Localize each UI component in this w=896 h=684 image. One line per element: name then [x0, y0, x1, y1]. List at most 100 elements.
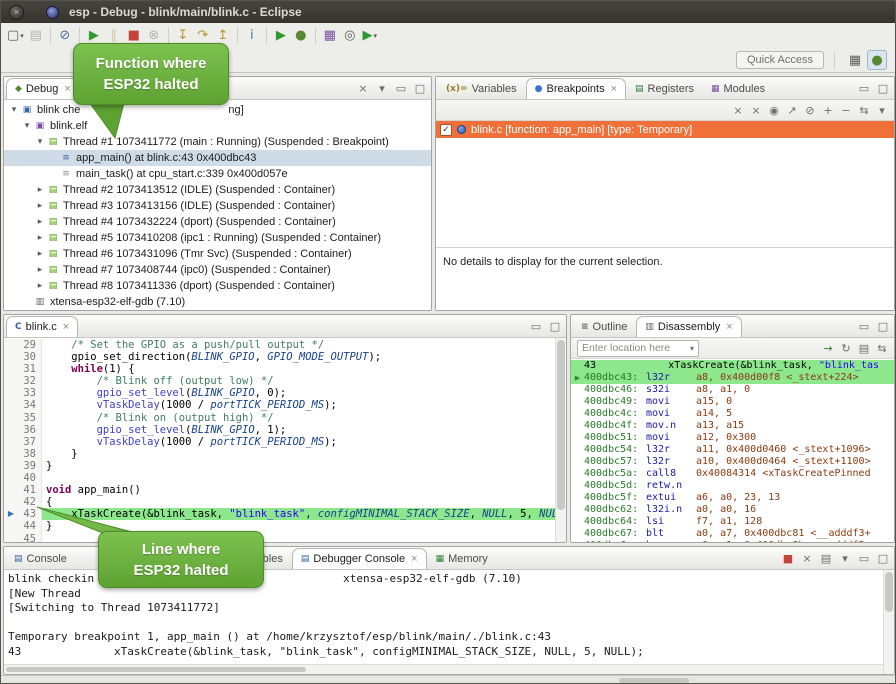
show-source-icon[interactable]: ▤ [856, 340, 872, 356]
debug-perspective-icon[interactable]: ● [867, 50, 887, 70]
tab-close-icon[interactable]: × [611, 83, 617, 95]
disasm-line[interactable]: 400dbc4f:mov.na13, a15 [571, 420, 894, 432]
tree-item[interactable]: ▸▤Thread #2 1073413512 (IDLE) (Suspended… [4, 182, 431, 198]
minimize-icon[interactable]: ▭ [856, 318, 872, 334]
tree-item[interactable]: ▸▤Thread #3 1073413156 (IDLE) (Suspended… [4, 198, 431, 214]
minimize-icon[interactable]: ▭ [856, 80, 872, 96]
tree-collapsed-arrow-icon[interactable]: ▸ [34, 281, 46, 291]
tree-item[interactable]: ▸▤Thread #6 1073431096 (Tmr Svc) (Suspen… [4, 246, 431, 262]
expand-all-icon[interactable]: + [820, 102, 836, 118]
maximize-icon[interactable]: □ [547, 318, 563, 334]
disassembly-listing[interactable]: 43 xTaskCreate(&blink_task, "blink_tas▶4… [571, 359, 894, 542]
code-line[interactable]: 42{ [4, 496, 566, 508]
refresh-icon[interactable]: ↻ [838, 340, 854, 356]
editor-vertical-scrollbar[interactable] [555, 338, 566, 542]
tab-blink-c[interactable]: Cblink.c× [6, 316, 78, 337]
tree-collapsed-arrow-icon[interactable]: ▸ [34, 201, 46, 211]
code-line[interactable]: ▶43 xTaskCreate(&blink_task, "blink_task… [4, 508, 566, 520]
remove-all-breakpoints-icon[interactable]: × [748, 102, 764, 118]
disasm-line[interactable]: ▶400dbc43:l32ra8, 0x400d00f8 <_stext+224… [571, 372, 894, 384]
remove-breakpoint-icon[interactable]: × [730, 102, 746, 118]
breakpoint-checkbox[interactable]: ✓ [440, 124, 452, 136]
minimize-icon[interactable]: ▭ [528, 318, 544, 334]
code-line[interactable]: 44} [4, 520, 566, 532]
disasm-line[interactable]: 400dbc5f:extuia6, a0, 23, 13 [571, 492, 894, 504]
sync-with-active-context-icon[interactable]: ⇆ [874, 340, 890, 356]
disasm-line[interactable]: 400dbc67:blta0, a7, 0x400dbc81 <__adddf3… [571, 528, 894, 540]
tree-item[interactable]: ▸▤Thread #7 1073408744 (ipc0) (Suspended… [4, 262, 431, 278]
open-perspective-icon[interactable]: ▦ [845, 50, 865, 70]
disasm-line[interactable]: 400dbc51:movia12, 0x300 [571, 432, 894, 444]
clear-console-icon[interactable]: ▤ [818, 550, 834, 566]
tree-item[interactable]: ▸▤Thread #5 1073410208 (ipc1 : Running) … [4, 230, 431, 246]
maximize-icon[interactable]: □ [412, 80, 428, 96]
link-with-debug-icon[interactable]: ⇆ [856, 102, 872, 118]
code-line[interactable]: 45 [4, 533, 566, 543]
code-line[interactable]: 38 } [4, 448, 566, 460]
code-editor[interactable]: 29 /* Set the GPIO as a push/pull output… [4, 338, 566, 542]
disasm-line[interactable]: 400dbc6a:bnonea0, a1, 0x400dbc8b <__addd… [571, 540, 894, 542]
tree-expanded-arrow-icon[interactable]: ▾ [21, 121, 33, 131]
minimize-icon[interactable]: ▭ [393, 80, 409, 96]
skip-all-breakpoints-icon[interactable]: ⊘ [55, 26, 75, 46]
goto-pc-icon[interactable]: → [820, 340, 836, 356]
code-line[interactable]: 34 vTaskDelay(1000 / portTICK_PERIOD_MS)… [4, 399, 566, 411]
code-line[interactable]: 40 [4, 472, 566, 484]
view-menu-icon[interactable]: ▾ [374, 80, 390, 96]
display-selected-console-icon[interactable]: ▾ [837, 550, 853, 566]
tab-close-icon[interactable]: × [726, 321, 732, 333]
maximize-icon[interactable]: □ [875, 80, 891, 96]
debug-icon[interactable]: ● [291, 26, 311, 46]
scrollbar-thumb[interactable] [6, 667, 306, 672]
breakpoint-row[interactable]: ✓ blink.c [function: app_main] [type: Te… [436, 121, 894, 138]
code-line[interactable]: 31 while(1) { [4, 363, 566, 375]
disasm-line[interactable]: 400dbc62:l32i.na0, a0, 16 [571, 504, 894, 516]
breakpoints-list[interactable]: ✓ blink.c [function: app_main] [type: Te… [436, 121, 894, 248]
tree-collapsed-arrow-icon[interactable]: ▸ [34, 217, 46, 227]
code-line[interactable]: 33 gpio_set_level(BLINK_GPIO, 0); [4, 387, 566, 399]
scrollbar-thumb[interactable] [885, 572, 893, 612]
disasm-line[interactable]: 400dbc54:l32ra11, 0x400d0460 <_stext+109… [571, 444, 894, 456]
collapse-all-icon[interactable]: − [838, 102, 854, 118]
status-scroll-thumb[interactable] [619, 678, 689, 683]
code-line[interactable]: 29 /* Set the GPIO as a push/pull output… [4, 339, 566, 351]
minimize-icon[interactable]: ▭ [856, 550, 872, 566]
code-line[interactable]: 36 gpio_set_level(BLINK_GPIO, 1); [4, 424, 566, 436]
code-line[interactable]: 30 gpio_set_direction(BLINK_GPIO, GPIO_M… [4, 351, 566, 363]
tree-item[interactable]: ▸▤Thread #4 1073432224 (dport) (Suspende… [4, 214, 431, 230]
tree-item[interactable]: ▸▤Thread #8 1073411336 (dport) (Suspende… [4, 278, 431, 294]
go-to-file-icon[interactable]: ↗ [784, 102, 800, 118]
disasm-line[interactable]: 400dbc5a:call80x40084314 <xTaskCreatePin… [571, 468, 894, 480]
tree-collapsed-arrow-icon[interactable]: ▸ [34, 265, 46, 275]
disasm-line[interactable]: 400dbc46:s32ia8, a1, 0 [571, 384, 894, 396]
tab-breakpoints[interactable]: ●Breakpoints× [526, 78, 626, 99]
tab-outline[interactable]: ≡Outline [573, 316, 635, 337]
terminate-console-icon[interactable]: ■ [780, 550, 796, 566]
instruction-stepping-icon[interactable]: i [242, 26, 262, 46]
new-c-project-icon[interactable]: ▦ [320, 26, 340, 46]
remove-launch-icon[interactable]: × [799, 550, 815, 566]
tree-collapsed-arrow-icon[interactable]: ▸ [34, 185, 46, 195]
tab-close-icon[interactable]: × [411, 553, 417, 565]
tree-item[interactable]: ▾▤Thread #1 1073411772 (main : Running) … [4, 134, 431, 150]
search-icon[interactable]: ◎ [340, 26, 360, 46]
code-line[interactable]: 32 /* Blink off (output low) */ [4, 375, 566, 387]
tab-variables[interactable]: (x)=Variables [438, 78, 525, 99]
code-line[interactable]: 35 /* Blink on (output high) */ [4, 412, 566, 424]
tab-registers[interactable]: ▤Registers [627, 78, 702, 99]
code-line[interactable]: 37 vTaskDelay(1000 / portTICK_PERIOD_MS)… [4, 436, 566, 448]
location-input[interactable]: Enter location here ▾ [577, 340, 699, 357]
debug-launch-tree[interactable]: ▾▣blink cheng]▾▣blink.elf▾▤Thread #1 107… [4, 100, 431, 310]
tree-item[interactable]: ≡app_main() at blink.c:43 0x400dbc43 [4, 150, 431, 166]
maximize-icon[interactable]: □ [875, 318, 891, 334]
tree-collapsed-arrow-icon[interactable]: ▸ [34, 249, 46, 259]
code-line[interactable]: 39} [4, 460, 566, 472]
tree-expanded-arrow-icon[interactable]: ▾ [34, 137, 46, 147]
skip-all-breakpoints-icon[interactable]: ⊘ [802, 102, 818, 118]
run-icon[interactable]: ▶ [271, 26, 291, 46]
disasm-line[interactable]: 400dbc4c:movia14, 5 [571, 408, 894, 420]
tab-close-icon[interactable]: × [63, 321, 69, 333]
tree-item[interactable]: ▾▣blink.elf [4, 118, 431, 134]
save-icon[interactable]: ▤ [26, 26, 46, 46]
tree-expanded-arrow-icon[interactable]: ▾ [8, 105, 20, 115]
